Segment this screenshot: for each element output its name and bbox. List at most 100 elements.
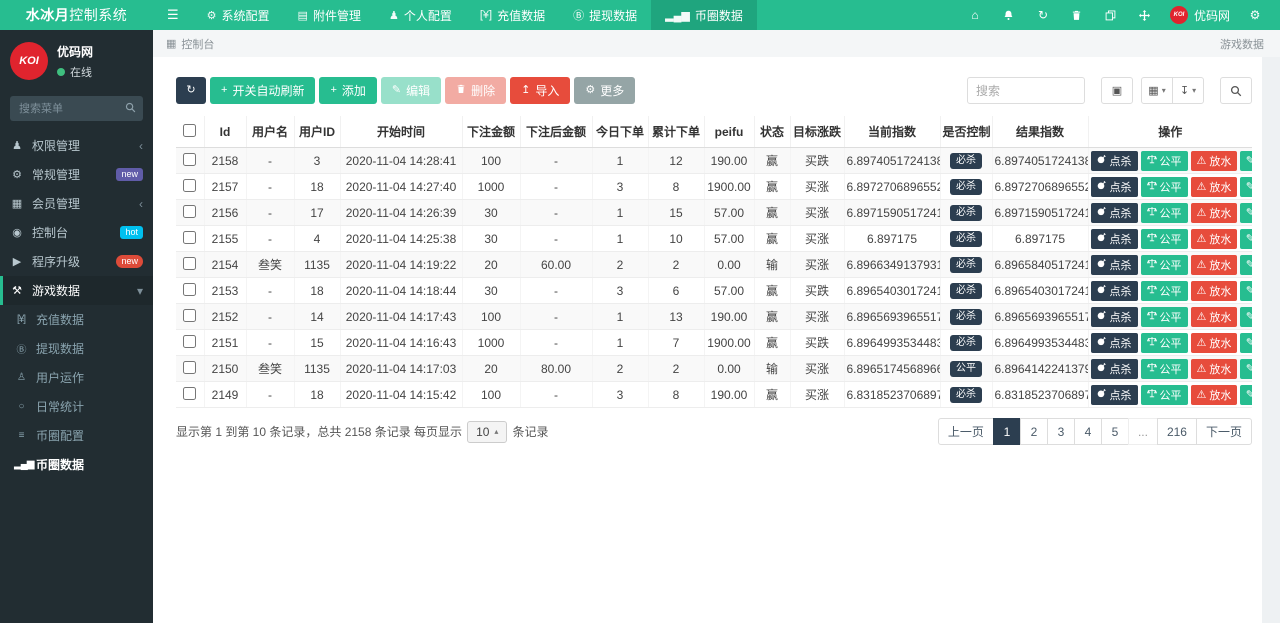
tab-system-config[interactable]: ⚙系统配置	[193, 0, 284, 30]
fair-button[interactable]: 公平	[1141, 203, 1188, 223]
drain-button[interactable]: ⚠放水	[1191, 229, 1238, 249]
per-page-select[interactable]: 10 ▴	[467, 421, 507, 443]
drain-button[interactable]: ⚠放水	[1191, 151, 1238, 171]
row-checkbox[interactable]	[183, 335, 196, 348]
drain-button[interactable]: ⚠放水	[1191, 333, 1238, 353]
topbar-user-menu[interactable]: KOI 优码网	[1162, 6, 1238, 24]
sidebar-subitem-withdraw-data[interactable]: Ⓑ提现数据	[0, 334, 153, 363]
auto-refresh-toggle-button[interactable]: +开关自动刷新	[210, 77, 315, 104]
drain-button[interactable]: ⚠放水	[1191, 359, 1238, 379]
tab-recharge-data[interactable]: [¥]充值数据	[466, 0, 559, 30]
import-button[interactable]: ↥导入	[510, 77, 570, 104]
fair-button[interactable]: 公平	[1141, 177, 1188, 197]
columns-button[interactable]: ▦▾	[1141, 77, 1173, 104]
edit-row-button[interactable]: ✎	[1240, 177, 1252, 197]
page-button-1[interactable]: 1	[993, 418, 1021, 445]
edit-row-button[interactable]: ✎	[1240, 281, 1252, 301]
kill-button[interactable]: 点杀	[1091, 255, 1138, 275]
edit-row-button[interactable]: ✎	[1240, 203, 1252, 223]
prev-page-button[interactable]: 上一页	[938, 418, 994, 445]
sidebar-item-members[interactable]: ▦会员管理‹	[0, 189, 153, 218]
row-checkbox[interactable]	[183, 257, 196, 270]
sidebar-item-console[interactable]: ◉控制台hot	[0, 218, 153, 247]
edit-row-button[interactable]: ✎	[1240, 307, 1252, 327]
sidebar-item-game-data[interactable]: ⚒游戏数据▾	[0, 276, 153, 305]
notifications-button[interactable]	[992, 0, 1026, 30]
edit-row-button[interactable]: ✎	[1240, 385, 1252, 405]
edit-row-button[interactable]: ✎	[1240, 333, 1252, 353]
fair-button[interactable]: 公平	[1141, 385, 1188, 405]
select-all-checkbox[interactable]	[183, 124, 196, 137]
row-checkbox[interactable]	[183, 361, 196, 374]
sidebar-search-input[interactable]	[10, 96, 143, 121]
sidebar-item-general[interactable]: ⚙常规管理new	[0, 160, 153, 189]
toggle-pagination-button[interactable]: ▣	[1101, 77, 1133, 104]
sidebar-item-upgrade[interactable]: ▶程序升级new	[0, 247, 153, 276]
row-checkbox[interactable]	[183, 205, 196, 218]
page-button-3[interactable]: 3	[1047, 418, 1075, 445]
add-button[interactable]: +添加	[319, 77, 376, 104]
kill-button[interactable]: 点杀	[1091, 307, 1138, 327]
kill-button[interactable]: 点杀	[1091, 203, 1138, 223]
row-checkbox[interactable]	[183, 387, 196, 400]
fair-button[interactable]: 公平	[1141, 333, 1188, 353]
kill-button[interactable]: 点杀	[1091, 333, 1138, 353]
sidebar-subitem-recharge-data[interactable]: [¥]充值数据	[0, 305, 153, 334]
more-button[interactable]: ⚙更多	[574, 77, 635, 104]
drain-button[interactable]: ⚠放水	[1191, 307, 1238, 327]
edit-button[interactable]: ✎编辑	[381, 77, 441, 104]
table-search-input[interactable]	[967, 77, 1085, 104]
edit-row-button[interactable]: ✎	[1240, 229, 1252, 249]
sidebar-subitem-user-ops[interactable]: ♙用户运作	[0, 363, 153, 392]
copy-button[interactable]	[1094, 0, 1128, 30]
sidebar-item-permissions[interactable]: ♟权限管理‹	[0, 131, 153, 160]
page-button-5[interactable]: 5	[1101, 418, 1129, 445]
kill-button[interactable]: 点杀	[1091, 151, 1138, 171]
home-button[interactable]: ⌂	[958, 0, 992, 30]
drain-button[interactable]: ⚠放水	[1191, 203, 1238, 223]
refresh-page-button[interactable]: ↻	[1026, 0, 1060, 30]
fair-button[interactable]: 公平	[1141, 229, 1188, 249]
row-checkbox[interactable]	[183, 309, 196, 322]
fair-button[interactable]: 公平	[1141, 307, 1188, 327]
edit-row-button[interactable]: ✎	[1240, 359, 1252, 379]
sidebar-subitem-coin-data[interactable]: ▂▄▆币圈数据	[0, 450, 153, 479]
drain-button[interactable]: ⚠放水	[1191, 385, 1238, 405]
clear-cache-button[interactable]	[1060, 0, 1094, 30]
page-button-4[interactable]: 4	[1074, 418, 1102, 445]
sidebar-subitem-daily-stats[interactable]: ○日常统计	[0, 392, 153, 421]
search-button[interactable]	[1220, 77, 1252, 104]
page-button-2[interactable]: 2	[1020, 418, 1048, 445]
fair-button[interactable]: 公平	[1141, 151, 1188, 171]
row-checkbox[interactable]	[183, 153, 196, 166]
kill-button[interactable]: 点杀	[1091, 177, 1138, 197]
settings-button[interactable]: ⚙	[1238, 0, 1272, 30]
row-checkbox[interactable]	[183, 231, 196, 244]
next-page-button[interactable]: 下一页	[1196, 418, 1252, 445]
row-checkbox[interactable]	[183, 283, 196, 296]
tab-profile-config[interactable]: ♟个人配置	[375, 0, 466, 30]
edit-row-button[interactable]: ✎	[1240, 151, 1252, 171]
drain-button[interactable]: ⚠放水	[1191, 255, 1238, 275]
fair-button[interactable]: 公平	[1141, 359, 1188, 379]
tab-coin-data[interactable]: ▂▄▆币圈数据	[651, 0, 757, 30]
sidebar-toggle-button[interactable]: ☰	[153, 0, 193, 30]
export-button[interactable]: ↧▾	[1172, 77, 1204, 104]
delete-button[interactable]: 删除	[445, 77, 506, 104]
row-checkbox[interactable]	[183, 179, 196, 192]
drain-button[interactable]: ⚠放水	[1191, 281, 1238, 301]
drain-button[interactable]: ⚠放水	[1191, 177, 1238, 197]
tab-attachments[interactable]: ▤附件管理	[284, 0, 375, 30]
sidebar-subitem-coin-config[interactable]: ≡币圈配置	[0, 421, 153, 450]
fair-button[interactable]: 公平	[1141, 281, 1188, 301]
kill-button[interactable]: 点杀	[1091, 385, 1138, 405]
page-button-216[interactable]: 216	[1157, 418, 1197, 445]
refresh-table-button[interactable]: ↻	[176, 77, 206, 104]
edit-row-button[interactable]: ✎	[1240, 255, 1252, 275]
tab-withdraw-data[interactable]: Ⓑ提现数据	[559, 0, 651, 30]
fair-button[interactable]: 公平	[1141, 255, 1188, 275]
fullscreen-button[interactable]	[1128, 0, 1162, 30]
kill-button[interactable]: 点杀	[1091, 359, 1138, 379]
kill-button[interactable]: 点杀	[1091, 281, 1138, 301]
kill-button[interactable]: 点杀	[1091, 229, 1138, 249]
